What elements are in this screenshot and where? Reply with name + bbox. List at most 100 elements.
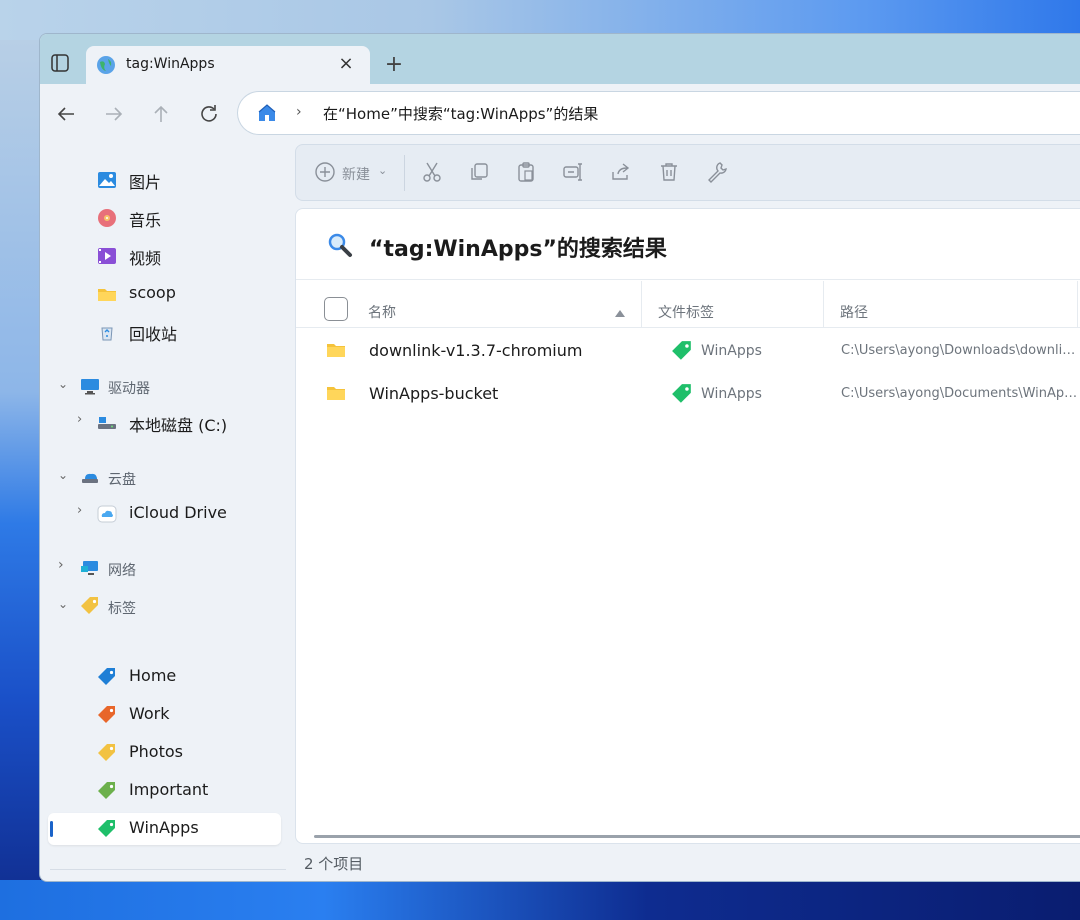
- sidebar-item-label: iCloud Drive: [129, 503, 227, 522]
- refresh-icon[interactable]: [197, 102, 221, 126]
- video-icon: [97, 246, 117, 266]
- chevron-right-icon[interactable]: ›: [77, 503, 82, 518]
- sidebar-item-label: WinApps: [129, 818, 199, 837]
- chevron-down-icon[interactable]: ⌄: [58, 468, 68, 482]
- selection-indicator: [50, 821, 53, 837]
- close-tab-icon[interactable]: ×: [336, 54, 356, 74]
- section-label: 驱动器: [108, 381, 150, 397]
- tag-winapps-icon: [671, 383, 693, 405]
- file-list-panel: “tag:WinApps”的搜索结果 名称 文件标签 路径 downlink-v…: [295, 208, 1080, 844]
- wallpaper-left: [0, 40, 40, 920]
- horizontal-scrollbar[interactable]: [314, 835, 1080, 838]
- sidebar-divider: [50, 869, 286, 870]
- plus-circle-icon: [314, 161, 336, 183]
- sidebar-item-label: Home: [129, 666, 177, 685]
- chevron-down-icon[interactable]: ⌄: [58, 597, 68, 611]
- chevron-right-icon[interactable]: ›: [58, 557, 64, 573]
- column-label: 路径: [840, 305, 868, 321]
- column-label: 文件标签: [658, 305, 714, 321]
- copy-icon[interactable]: [467, 160, 491, 184]
- forward-arrow-icon[interactable]: [102, 102, 126, 126]
- section-label: 标签: [108, 601, 136, 617]
- tab-title: tag:WinApps: [126, 56, 215, 72]
- divider: [296, 327, 1080, 328]
- file-explorer-window: tag:WinApps × + › 在“Home”中搜索“tag:WinApps…: [39, 33, 1080, 882]
- rename-icon[interactable]: [561, 160, 585, 184]
- chevron-right-icon[interactable]: ›: [296, 104, 302, 120]
- chevron-right-icon[interactable]: ›: [77, 412, 82, 427]
- address-bar[interactable]: › 在“Home”中搜索“tag:WinApps”的结果: [237, 91, 1080, 135]
- cloud-drive-icon: [80, 467, 100, 487]
- sidebar-item-label: scoop: [129, 283, 176, 302]
- sidebar-item-label: 视频: [129, 249, 162, 268]
- up-arrow-icon[interactable]: [149, 102, 173, 126]
- tag-important-icon: [97, 781, 117, 801]
- file-name: WinApps-bucket: [369, 384, 499, 403]
- column-label: 名称: [368, 305, 396, 321]
- table-row[interactable]: downlink-v1.3.7-chromium WinApps C:\User…: [296, 330, 1080, 372]
- column-header-name[interactable]: 名称: [368, 281, 638, 327]
- sidebar-toggle-icon[interactable]: [50, 53, 70, 73]
- folder-icon: [97, 284, 117, 304]
- tab-bar: tag:WinApps × +: [40, 34, 1080, 84]
- file-name: downlink-v1.3.7-chromium: [369, 341, 583, 360]
- section-label: 网络: [108, 563, 136, 579]
- column-header-path[interactable]: 路径: [840, 281, 1070, 327]
- sidebar-item-label: Photos: [129, 742, 183, 761]
- computer-icon: [80, 376, 100, 396]
- page-title: “tag:WinApps”的搜索结果: [369, 237, 667, 262]
- file-path: C:\Users\ayong\Downloads\downlink-v1.3.7…: [841, 343, 1080, 358]
- sidebar-item-label: 图片: [129, 173, 162, 192]
- sidebar-item-label: 回收站: [129, 325, 178, 344]
- status-item-count: 2 个项目: [304, 855, 364, 873]
- icloud-icon: [97, 504, 117, 524]
- tag-photos-icon: [97, 743, 117, 763]
- tag-home-icon: [97, 667, 117, 687]
- paste-icon[interactable]: [514, 160, 538, 184]
- chevron-down-icon: ⌄: [378, 164, 388, 177]
- sidebar-item-label: Work: [129, 704, 170, 723]
- drive-icon: [97, 413, 117, 433]
- home-icon[interactable]: [256, 102, 278, 124]
- file-tag: WinApps: [701, 343, 762, 359]
- command-bar: 新建 ⌄: [295, 144, 1080, 201]
- select-all-checkbox[interactable]: [324, 297, 348, 321]
- chevron-down-icon[interactable]: ⌄: [58, 377, 68, 391]
- navigation-bar: › 在“Home”中搜索“tag:WinApps”的结果: [40, 84, 1080, 142]
- folder-icon: [326, 342, 346, 358]
- sidebar-item-label: Important: [129, 780, 209, 799]
- music-icon: [97, 208, 117, 228]
- toolbar-divider: [404, 155, 405, 191]
- column-divider[interactable]: [641, 281, 642, 327]
- column-divider[interactable]: [823, 281, 824, 327]
- tab-active[interactable]: tag:WinApps ×: [86, 46, 370, 84]
- trash-icon[interactable]: [657, 160, 681, 184]
- tag-icon: [80, 596, 100, 616]
- share-icon[interactable]: [609, 160, 633, 184]
- new-tab-button[interactable]: +: [383, 54, 405, 76]
- wrench-icon[interactable]: [705, 160, 729, 184]
- address-path[interactable]: 在“Home”中搜索“tag:WinApps”的结果: [323, 103, 598, 124]
- table-row[interactable]: WinApps-bucket WinApps C:\Users\ayong\Do…: [296, 373, 1080, 415]
- network-icon: [80, 558, 100, 578]
- tag-winapps-icon: [97, 819, 117, 839]
- file-tag: WinApps: [701, 386, 762, 402]
- column-divider[interactable]: [1077, 281, 1078, 327]
- pictures-icon: [97, 170, 117, 190]
- search-icon: [326, 231, 354, 259]
- sidebar: 图片 音乐 视频 scoop 回收站 ⌄ 驱动器 › 本地磁盘 (C:) ⌄ 云…: [40, 142, 292, 881]
- section-label: 云盘: [108, 472, 136, 488]
- sidebar-item-label: 音乐: [129, 211, 162, 230]
- tag-work-icon: [97, 705, 117, 725]
- folder-icon: [326, 385, 346, 401]
- recycle-bin-icon: [97, 322, 117, 342]
- globe-icon: [96, 55, 116, 75]
- column-header-tags[interactable]: 文件标签: [658, 281, 818, 327]
- wallpaper-bottom: [0, 880, 1080, 920]
- sidebar-item-label: 本地磁盘 (C:): [129, 416, 228, 435]
- cut-icon[interactable]: [420, 160, 444, 184]
- tag-winapps-icon: [671, 340, 693, 362]
- sort-ascending-icon: [614, 303, 626, 317]
- back-arrow-icon[interactable]: [54, 102, 78, 126]
- divider: [296, 279, 1080, 280]
